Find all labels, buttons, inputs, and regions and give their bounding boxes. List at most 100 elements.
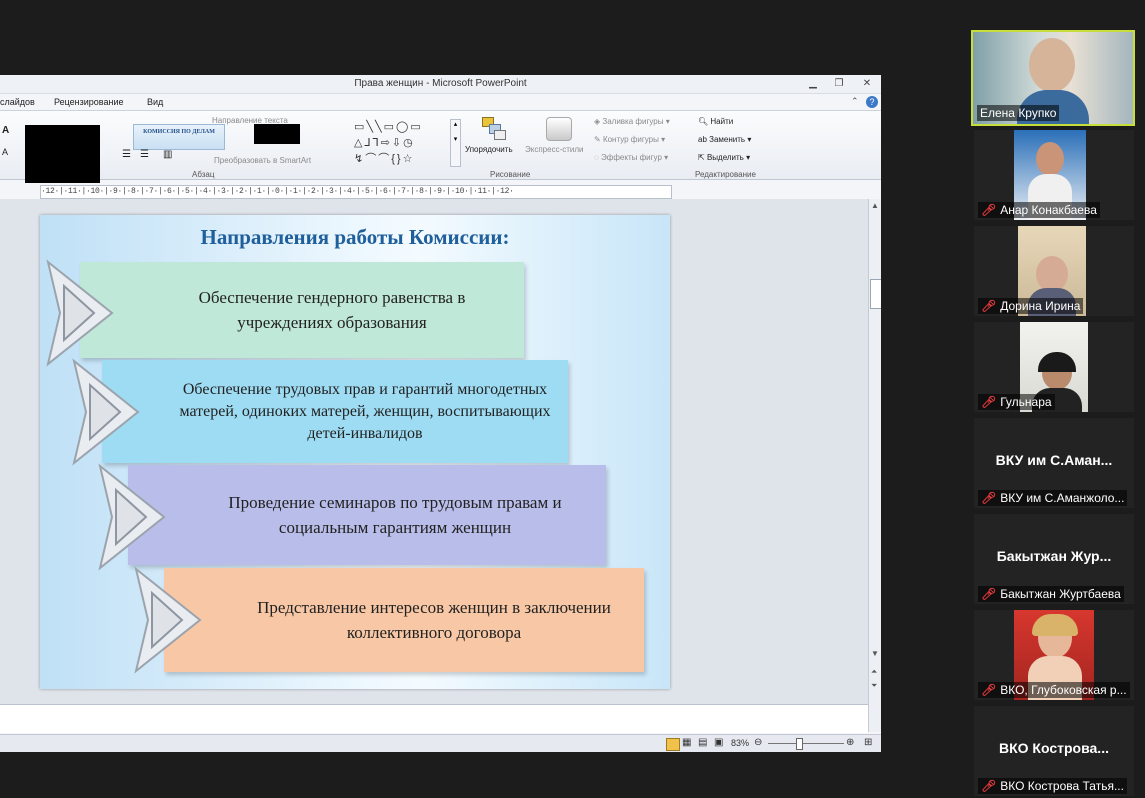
- participant-name-text: ВКО Кострова Татья...: [1000, 779, 1124, 793]
- direction-item-4: Представление интересов женщин в заключе…: [164, 568, 644, 672]
- participant-tile-active[interactable]: Елена Крупко: [971, 30, 1135, 126]
- drawing-group-label: Рисование: [490, 170, 531, 179]
- select-button[interactable]: ⇱ Выделить ▾: [698, 153, 750, 162]
- scroll-thumb[interactable]: [870, 279, 881, 309]
- scroll-up-icon[interactable]: ▲: [871, 201, 879, 210]
- font-color-icon[interactable]: A: [2, 147, 8, 157]
- quick-styles-icon[interactable]: [546, 117, 572, 141]
- horizontal-ruler: ·12·|·11·|·10·|·9·|·8·|·7·|·6·|·5·|·4·|·…: [40, 185, 672, 199]
- zoom-slider-thumb[interactable]: [795, 738, 803, 750]
- participant-display-name: Бакытжан Жур...: [996, 548, 1112, 564]
- find-button[interactable]: 🔍︎ Найти: [698, 117, 733, 126]
- previous-slide-icon[interactable]: ⏶: [871, 667, 877, 677]
- minimize-ribbon-icon[interactable]: ⌃: [851, 96, 859, 107]
- chevron-arrow-icon-2: [72, 358, 140, 466]
- direction-item-4-text: Представление интересов женщин в заключе…: [257, 598, 611, 642]
- normal-view-icon[interactable]: [666, 738, 680, 751]
- chevron-arrow-icon-4: [134, 566, 202, 674]
- status-bar: ▦ ▤ ▣ 83% ⊖ ⊕ ⊞: [0, 734, 881, 752]
- arrange-button[interactable]: Упорядочить: [465, 145, 513, 154]
- next-slide-icon[interactable]: ⏷: [871, 681, 877, 691]
- shapes-gallery[interactable]: ▭╲╲▭◯▭ △⅃⅂⇨⇩◷ ↯⌒⌒{}☆: [354, 119, 450, 167]
- replace-icon: ab: [698, 135, 707, 144]
- find-label: Найти: [710, 117, 734, 126]
- participant-tile[interactable]: 🎤︎ ВКО, Глубоковская р...: [974, 610, 1134, 700]
- fit-to-window-icon[interactable]: ⊞: [864, 737, 872, 748]
- participant-tile[interactable]: 🎤︎ Анар Конакбаева: [974, 130, 1134, 220]
- direction-item-1: Обеспечение гендерного равенства в учреж…: [80, 262, 524, 358]
- minimize-button[interactable]: ▁: [806, 77, 820, 90]
- tab-review[interactable]: Рецензирование: [54, 97, 124, 107]
- mic-muted-icon: 🎤︎: [981, 299, 997, 313]
- notes-scrollbar[interactable]: [868, 704, 881, 732]
- align-icon[interactable]: ☰: [122, 149, 131, 160]
- help-icon[interactable]: ?: [866, 96, 878, 108]
- shape-effects-label: Эффекты фигур: [600, 153, 662, 162]
- shapes-scroll[interactable]: ▴ ▾: [450, 119, 461, 167]
- chevron-arrow-icon-1: [46, 259, 114, 367]
- mic-muted-icon: 🎤︎: [981, 491, 997, 505]
- direction-item-2-text: Обеспечение трудовых прав и гарантий мно…: [179, 380, 551, 442]
- close-button[interactable]: ✕: [860, 77, 874, 90]
- zoom-slider-track[interactable]: [768, 743, 844, 744]
- replace-label: Заменить: [709, 135, 746, 144]
- zoom-in-icon[interactable]: ⊕: [846, 737, 854, 748]
- participant-name: 🎤︎ ВКУ им С.Аманжоло...: [978, 490, 1128, 506]
- editing-group-label: Редактирование: [695, 170, 756, 179]
- participant-tile[interactable]: 🎤︎ Дорина Ирина: [974, 226, 1134, 316]
- participant-name-text: Бакытжан Журтбаева: [1000, 587, 1121, 601]
- mic-muted-icon: 🎤︎: [981, 587, 997, 601]
- quick-styles-button[interactable]: Экспресс-стили: [525, 145, 584, 154]
- justify-icon[interactable]: ☰: [140, 149, 149, 160]
- powerpoint-window: Права женщин - Microsoft PowerPoint ▁ ❐ …: [0, 75, 881, 752]
- slide-canvas[interactable]: Направления работы Комиссии: Обеспечение…: [40, 215, 670, 689]
- participant-name: 🎤︎ Дорина Ирина: [978, 298, 1084, 314]
- participant-tile[interactable]: Бакытжан Жур... 🎤︎ Бакытжан Журтбаева: [974, 514, 1134, 604]
- participant-name: 🎤︎ Анар Конакбаева: [978, 202, 1100, 218]
- tab-slides[interactable]: слайдов: [0, 97, 35, 107]
- shape-effects-button[interactable]: ◌ Эффекты фигур ▾: [594, 153, 668, 162]
- participant-name-text: ВКО, Глубоковская р...: [1000, 683, 1127, 697]
- vertical-scrollbar[interactable]: ▲ ▼ ⏶ ⏷: [868, 199, 881, 705]
- zoom-out-icon[interactable]: ⊖: [754, 737, 762, 748]
- participant-name: 🎤︎ Бакытжан Журтбаева: [978, 586, 1124, 602]
- redacted-block: [25, 125, 100, 183]
- shape-fill-button[interactable]: ◈ Заливка фигуры ▾: [594, 117, 670, 126]
- participant-face: [1029, 38, 1075, 92]
- participant-tile[interactable]: 🎤︎ Гульнара: [974, 322, 1134, 412]
- shape-fill-label: Заливка фигуры: [602, 117, 664, 126]
- slideshow-icon[interactable]: ▣: [714, 737, 723, 748]
- direction-item-1-text: Обеспечение гендерного равенства в учреж…: [198, 288, 466, 332]
- mic-muted-icon: 🎤︎: [981, 779, 997, 793]
- participant-name: 🎤︎ Гульнара: [978, 394, 1055, 410]
- participant-name: Елена Крупко: [977, 105, 1060, 121]
- reading-view-icon[interactable]: ▤: [698, 737, 707, 748]
- mic-muted-icon: 🎤︎: [981, 683, 997, 697]
- direction-item-3-text: Проведение семинаров по трудовым правам …: [228, 493, 562, 537]
- ribbon: A A КОМИССИЯ ПО ДЕЛАМ Направление текста…: [0, 111, 881, 183]
- columns-icon[interactable]: ▥: [163, 149, 172, 160]
- mic-muted-icon: 🎤︎: [981, 203, 997, 217]
- shape-outline-button[interactable]: ✎ Контур фигуры ▾: [594, 135, 665, 144]
- participant-tile[interactable]: ВКУ им С.Аман... 🎤︎ ВКУ им С.Аманжоло...: [974, 418, 1134, 508]
- title-bar: Права женщин - Microsoft PowerPoint ▁ ❐ …: [0, 75, 881, 94]
- participant-name: 🎤︎ ВКО, Глубоковская р...: [978, 682, 1130, 698]
- direction-item-2: Обеспечение трудовых прав и гарантий мно…: [102, 360, 568, 463]
- convert-smartart-button[interactable]: Преобразовать в SmartArt: [214, 156, 311, 165]
- mic-muted-icon: 🎤︎: [981, 395, 997, 409]
- participant-tile[interactable]: ВКО Кострова... 🎤︎ ВКО Кострова Татья...: [974, 706, 1134, 796]
- font-a-icon[interactable]: A: [2, 125, 9, 136]
- zoom-level[interactable]: 83%: [731, 738, 749, 748]
- scroll-down-icon[interactable]: ▼: [871, 649, 879, 658]
- slide-thumbnail[interactable]: КОМИССИЯ ПО ДЕЛАМ: [133, 124, 225, 150]
- arrange-icon[interactable]: [480, 117, 506, 141]
- participant-display-name: ВКО Кострова...: [999, 740, 1109, 756]
- slide-sorter-icon[interactable]: ▦: [682, 737, 691, 748]
- shape-outline-label: Контур фигуры: [602, 135, 659, 144]
- select-icon: ⇱: [698, 153, 705, 162]
- notes-pane[interactable]: [0, 704, 868, 733]
- tab-view[interactable]: Вид: [147, 97, 163, 107]
- window-title: Права женщин - Microsoft PowerPoint: [354, 78, 527, 89]
- maximize-button[interactable]: ❐: [832, 77, 846, 90]
- replace-button[interactable]: ab Заменить ▾: [698, 135, 751, 144]
